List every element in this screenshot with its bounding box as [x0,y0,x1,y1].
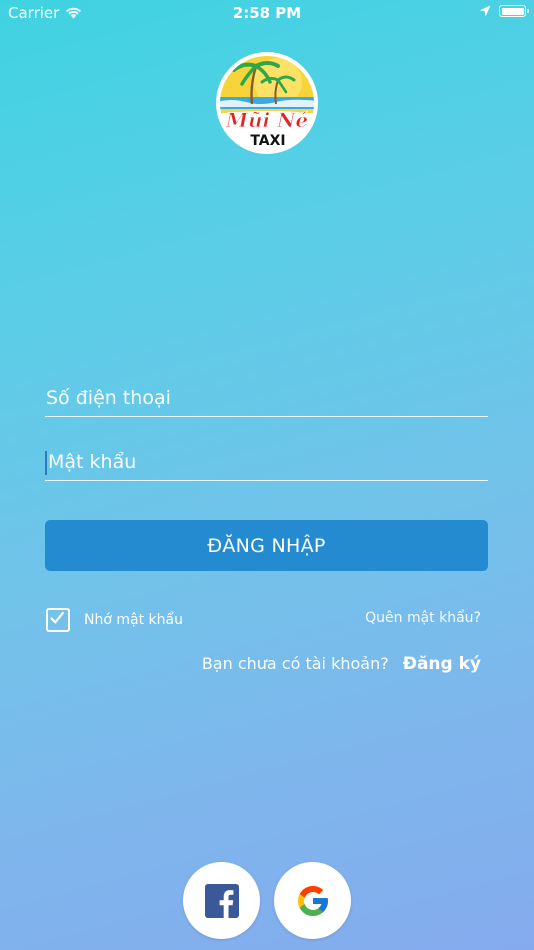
status-time: 2:58 PM [232,4,302,22]
login-button[interactable]: ĐĂNG NHẬP [45,520,488,571]
battery-icon [499,5,529,17]
password-input[interactable] [45,444,492,480]
register-link[interactable]: Đăng ký [403,654,481,674]
logo-title: Mũi Né [225,108,308,132]
password-field[interactable] [45,441,492,481]
login-screen: Carrier 2:58 PM Mũi Né TAXI Số điện thoạ… [0,0,534,950]
battery-level [501,7,524,15]
google-icon [297,885,328,916]
text-cursor [45,451,47,475]
checkmark-icon [50,611,64,624]
location-arrow-icon [479,5,491,17]
logo-subtitle: TAXI [250,133,285,149]
phone-input[interactable] [45,380,490,416]
register-row: Bạn chưa có tài khoản? Đăng ký [202,654,481,674]
register-question: Bạn chưa có tài khoản? [201,654,389,673]
app-logo: Mũi Né TAXI [216,52,318,154]
status-bar: Carrier 2:58 PM [0,0,534,28]
remember-checkbox[interactable] [46,608,70,632]
battery-tip [527,9,529,13]
remember-label: Nhớ mật khẩu [84,612,183,628]
phone-field[interactable] [45,377,490,417]
forgot-password-link[interactable]: Quên mật khẩu? [365,610,481,626]
status-right [479,5,529,17]
google-login-button[interactable] [274,862,351,939]
facebook-icon [204,883,239,918]
remember-password[interactable]: Nhớ mật khẩu [46,608,183,632]
logo-art: Mũi Né TAXI [217,53,317,153]
facebook-login-button[interactable] [183,862,260,939]
